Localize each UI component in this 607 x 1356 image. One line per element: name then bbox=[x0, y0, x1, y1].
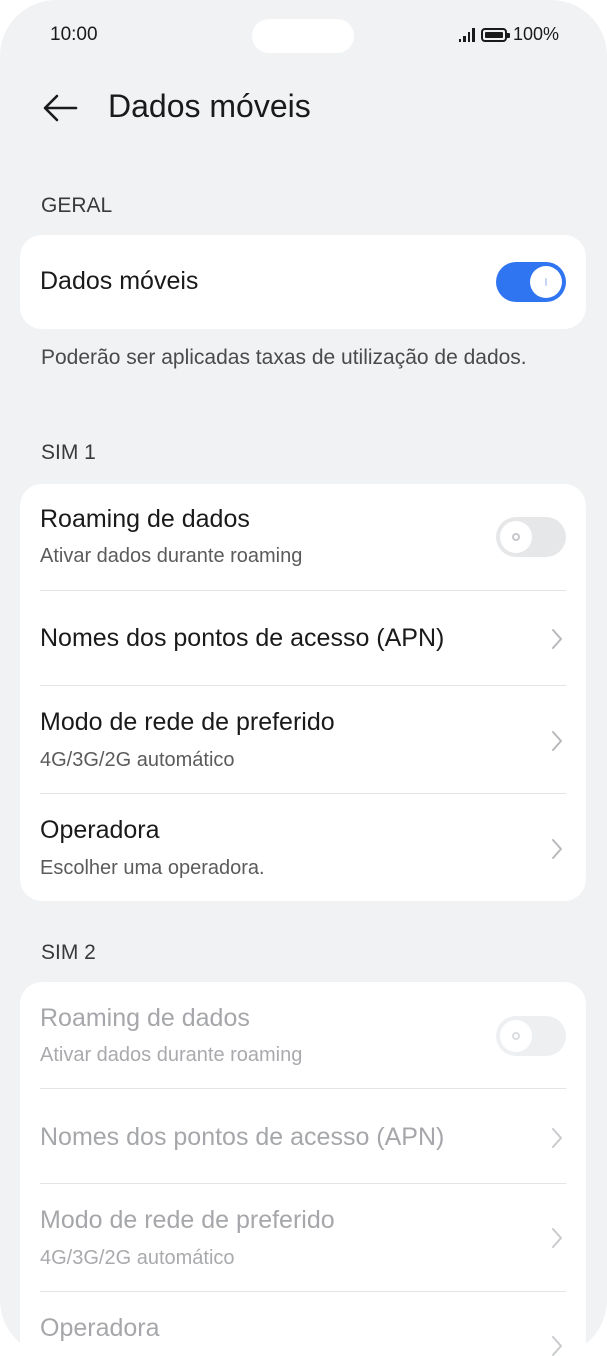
sim2-network-mode-row[interactable]: Modo de rede de preferido 4G/3G/2G autom… bbox=[20, 1184, 586, 1292]
sim1-apn-row[interactable]: Nomes dos pontos de acesso (APN) bbox=[20, 591, 586, 686]
page-title: Dados móveis bbox=[108, 88, 311, 124]
data-charges-note: Poderão ser aplicadas taxas de utilizaçã… bbox=[41, 346, 527, 369]
sim2-network-mode-subtitle: 4G/3G/2G automático bbox=[40, 1247, 235, 1269]
sim1-roaming-title: Roaming de dados bbox=[40, 505, 250, 533]
status-bar: 10:00 100% bbox=[0, 0, 607, 70]
status-icons: 100% bbox=[458, 24, 559, 45]
sim2-card: Roaming de dados Ativar dados durante ro… bbox=[20, 982, 586, 1356]
chevron-right-icon bbox=[552, 1336, 562, 1356]
toggle-knob bbox=[500, 1020, 532, 1052]
signal-icon bbox=[458, 27, 475, 42]
sim1-network-mode-subtitle: 4G/3G/2G automático bbox=[40, 749, 235, 771]
camera-pill bbox=[252, 19, 354, 53]
sim2-operator-row[interactable]: Operadora bbox=[20, 1292, 586, 1356]
sim2-network-mode-title: Modo de rede de preferido bbox=[40, 1206, 335, 1234]
toggle-knob bbox=[500, 521, 532, 553]
sim2-roaming-title: Roaming de dados bbox=[40, 1004, 250, 1032]
sim1-card: Roaming de dados Ativar dados durante ro… bbox=[20, 484, 586, 901]
back-arrow-icon[interactable] bbox=[40, 90, 80, 126]
chevron-right-icon bbox=[552, 839, 562, 859]
sim2-roaming-row[interactable]: Roaming de dados Ativar dados durante ro… bbox=[20, 982, 586, 1089]
sim2-roaming-subtitle: Ativar dados durante roaming bbox=[40, 1044, 303, 1066]
chevron-right-icon bbox=[552, 1128, 562, 1148]
sim1-operator-subtitle: Escolher uma operadora. bbox=[40, 857, 265, 879]
toggle-knob bbox=[530, 266, 562, 298]
mobile-data-title: Dados móveis bbox=[40, 267, 199, 295]
sim2-apn-title: Nomes dos pontos de acesso (APN) bbox=[40, 1123, 445, 1151]
sim1-roaming-subtitle: Ativar dados durante roaming bbox=[40, 545, 303, 567]
sim2-operator-title: Operadora bbox=[40, 1314, 160, 1342]
status-time: 10:00 bbox=[50, 24, 98, 45]
sim1-roaming-toggle[interactable] bbox=[496, 517, 566, 557]
sim1-operator-title: Operadora bbox=[40, 816, 160, 844]
mobile-data-toggle[interactable] bbox=[496, 262, 566, 302]
chevron-right-icon bbox=[552, 731, 562, 751]
chevron-right-icon bbox=[552, 629, 562, 649]
sim1-network-mode-row[interactable]: Modo de rede de preferido 4G/3G/2G autom… bbox=[20, 686, 586, 794]
sim2-roaming-toggle[interactable] bbox=[496, 1016, 566, 1056]
phone-screen: 10:00 100% Dados móveis GERAL Dados móve… bbox=[0, 0, 607, 1356]
section-label-sim1: SIM 1 bbox=[41, 441, 96, 464]
sim2-apn-row[interactable]: Nomes dos pontos de acesso (APN) bbox=[20, 1089, 586, 1184]
battery-percent: 100% bbox=[512, 24, 559, 44]
sim1-operator-row[interactable]: Operadora Escolher uma operadora. bbox=[20, 794, 586, 901]
section-label-general: GERAL bbox=[41, 194, 113, 217]
sim1-apn-title: Nomes dos pontos de acesso (APN) bbox=[40, 624, 445, 652]
mobile-data-row[interactable]: Dados móveis bbox=[20, 235, 586, 329]
sim1-network-mode-title: Modo de rede de preferido bbox=[40, 708, 335, 736]
battery-icon bbox=[480, 27, 510, 42]
header: Dados móveis bbox=[0, 82, 607, 132]
section-label-sim2: SIM 2 bbox=[41, 941, 96, 964]
chevron-right-icon bbox=[552, 1228, 562, 1248]
sim1-roaming-row[interactable]: Roaming de dados Ativar dados durante ro… bbox=[20, 484, 586, 591]
general-card: Dados móveis bbox=[20, 235, 586, 329]
